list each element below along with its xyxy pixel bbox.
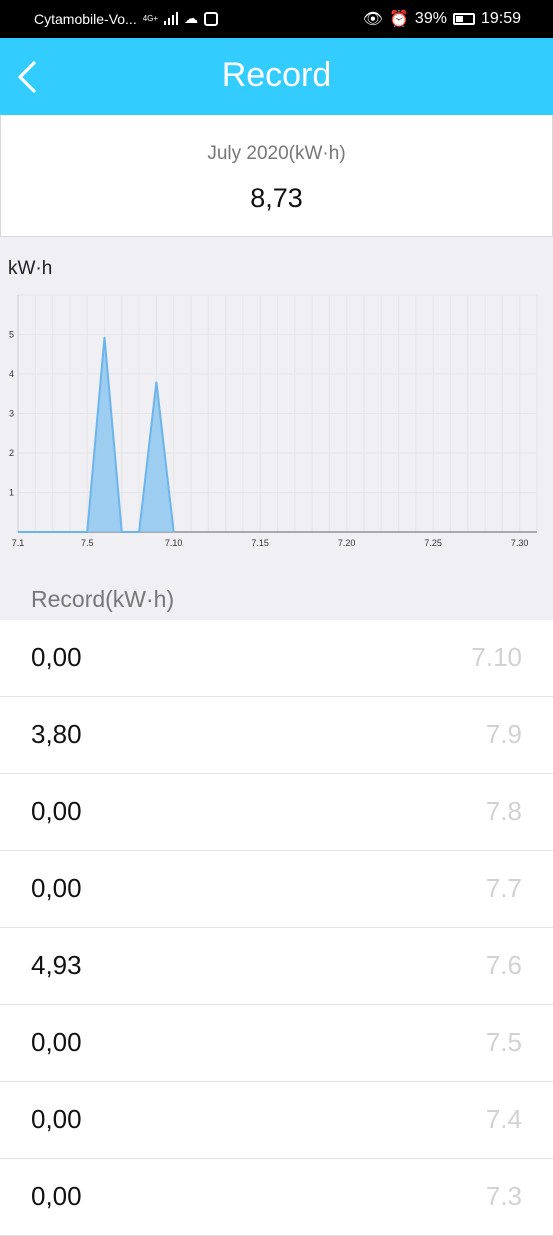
carrier-name: Cytamobile-Vo...: [34, 10, 137, 27]
data-point: [121, 531, 123, 533]
records-section-title: Record(kW·h): [31, 586, 175, 612]
battery-icon: [452, 13, 475, 25]
network-type: 4G+: [142, 14, 159, 23]
record-date: 7.8: [485, 796, 522, 826]
record-value: 3,80: [31, 719, 82, 749]
records-list: 0,00 7.10 3,80 7.9 0,00 7.8 0,00 7.7 4,9…: [0, 620, 553, 1236]
record-row[interactable]: 0,00 7.4: [0, 1082, 553, 1159]
record-date: 7.9: [485, 719, 522, 749]
record-value: 0,00: [31, 1027, 82, 1057]
record-row[interactable]: 4,93 7.6: [0, 928, 553, 1005]
record-date: 7.10: [471, 642, 522, 672]
chart-unit-label: kW·h: [8, 258, 53, 279]
record-date: 7.3: [485, 1181, 522, 1211]
monthly-summary-card: July 2020(kW·h) 8,73: [0, 115, 553, 237]
record-value: 0,00: [31, 873, 82, 903]
clock-time: 19:59: [480, 10, 521, 27]
data-point: [34, 531, 36, 533]
data-point: [52, 531, 54, 533]
record-date: 7.6: [485, 950, 522, 980]
header-bar: Record: [0, 38, 553, 115]
record-value: 0,00: [31, 1104, 82, 1134]
data-point: [104, 336, 105, 338]
record-row[interactable]: 3,80 7.9: [0, 697, 553, 774]
data-point: [17, 531, 19, 533]
data-point: [173, 531, 175, 533]
x-tick-label: 7.5: [81, 538, 94, 548]
page-title: Record: [221, 56, 332, 94]
record-value: 0,00: [31, 1181, 82, 1211]
eye-icon: 👁: [362, 11, 383, 28]
app-notification-icon: [204, 11, 219, 26]
record-value: 4,93: [31, 950, 82, 980]
x-tick-label: 7.10: [165, 538, 183, 548]
record-date: 7.5: [485, 1027, 522, 1057]
record-value: 0,00: [31, 796, 82, 826]
y-tick-label: 5: [9, 330, 14, 340]
data-point: [138, 531, 140, 533]
data-point: [155, 381, 157, 383]
x-tick-label: 7.25: [424, 538, 442, 548]
record-date: 7.4: [485, 1104, 522, 1134]
x-tick-label: 7.30: [511, 538, 529, 548]
record-date: 7.7: [485, 873, 522, 903]
data-point: [86, 531, 88, 533]
status-bar: Cytamobile-Vo... 4G+ ☁ 👁 ⏰ 39% 19:59: [0, 0, 553, 38]
daily-energy-chart: 1 2 3 4 5 7.1 7.5 7.10 7.15 7.20 7.25 7.30: [9, 294, 538, 548]
record-row[interactable]: 0,00 7.3: [0, 1159, 553, 1236]
month-label: July 2020(kW·h): [207, 143, 346, 164]
status-left: Cytamobile-Vo... 4G+ ☁: [34, 10, 219, 27]
x-tick-label: 7.20: [338, 538, 356, 548]
record-row[interactable]: 0,00 7.5: [0, 1005, 553, 1082]
signal-icon: [164, 12, 179, 25]
x-tick-label: 7.15: [251, 538, 269, 548]
y-tick-label: 4: [9, 369, 14, 379]
y-tick-label: 2: [9, 448, 14, 458]
status-right: 👁 ⏰ 39% 19:59: [363, 9, 521, 29]
record-row[interactable]: 0,00 7.7: [0, 851, 553, 928]
battery-percent: 39%: [414, 10, 447, 27]
data-point: [69, 531, 71, 533]
y-tick-label: 3: [9, 409, 14, 419]
record-row[interactable]: 0,00 7.10: [0, 620, 553, 697]
y-tick-label: 1: [9, 488, 14, 498]
record-row[interactable]: 0,00 7.8: [0, 774, 553, 851]
x-tick-label: 7.1: [12, 538, 25, 548]
monthly-total: 8,73: [250, 183, 303, 213]
record-value: 0,00: [31, 642, 82, 672]
alarm-icon: ⏰: [389, 11, 409, 28]
cloud-icon: ☁: [184, 10, 199, 26]
